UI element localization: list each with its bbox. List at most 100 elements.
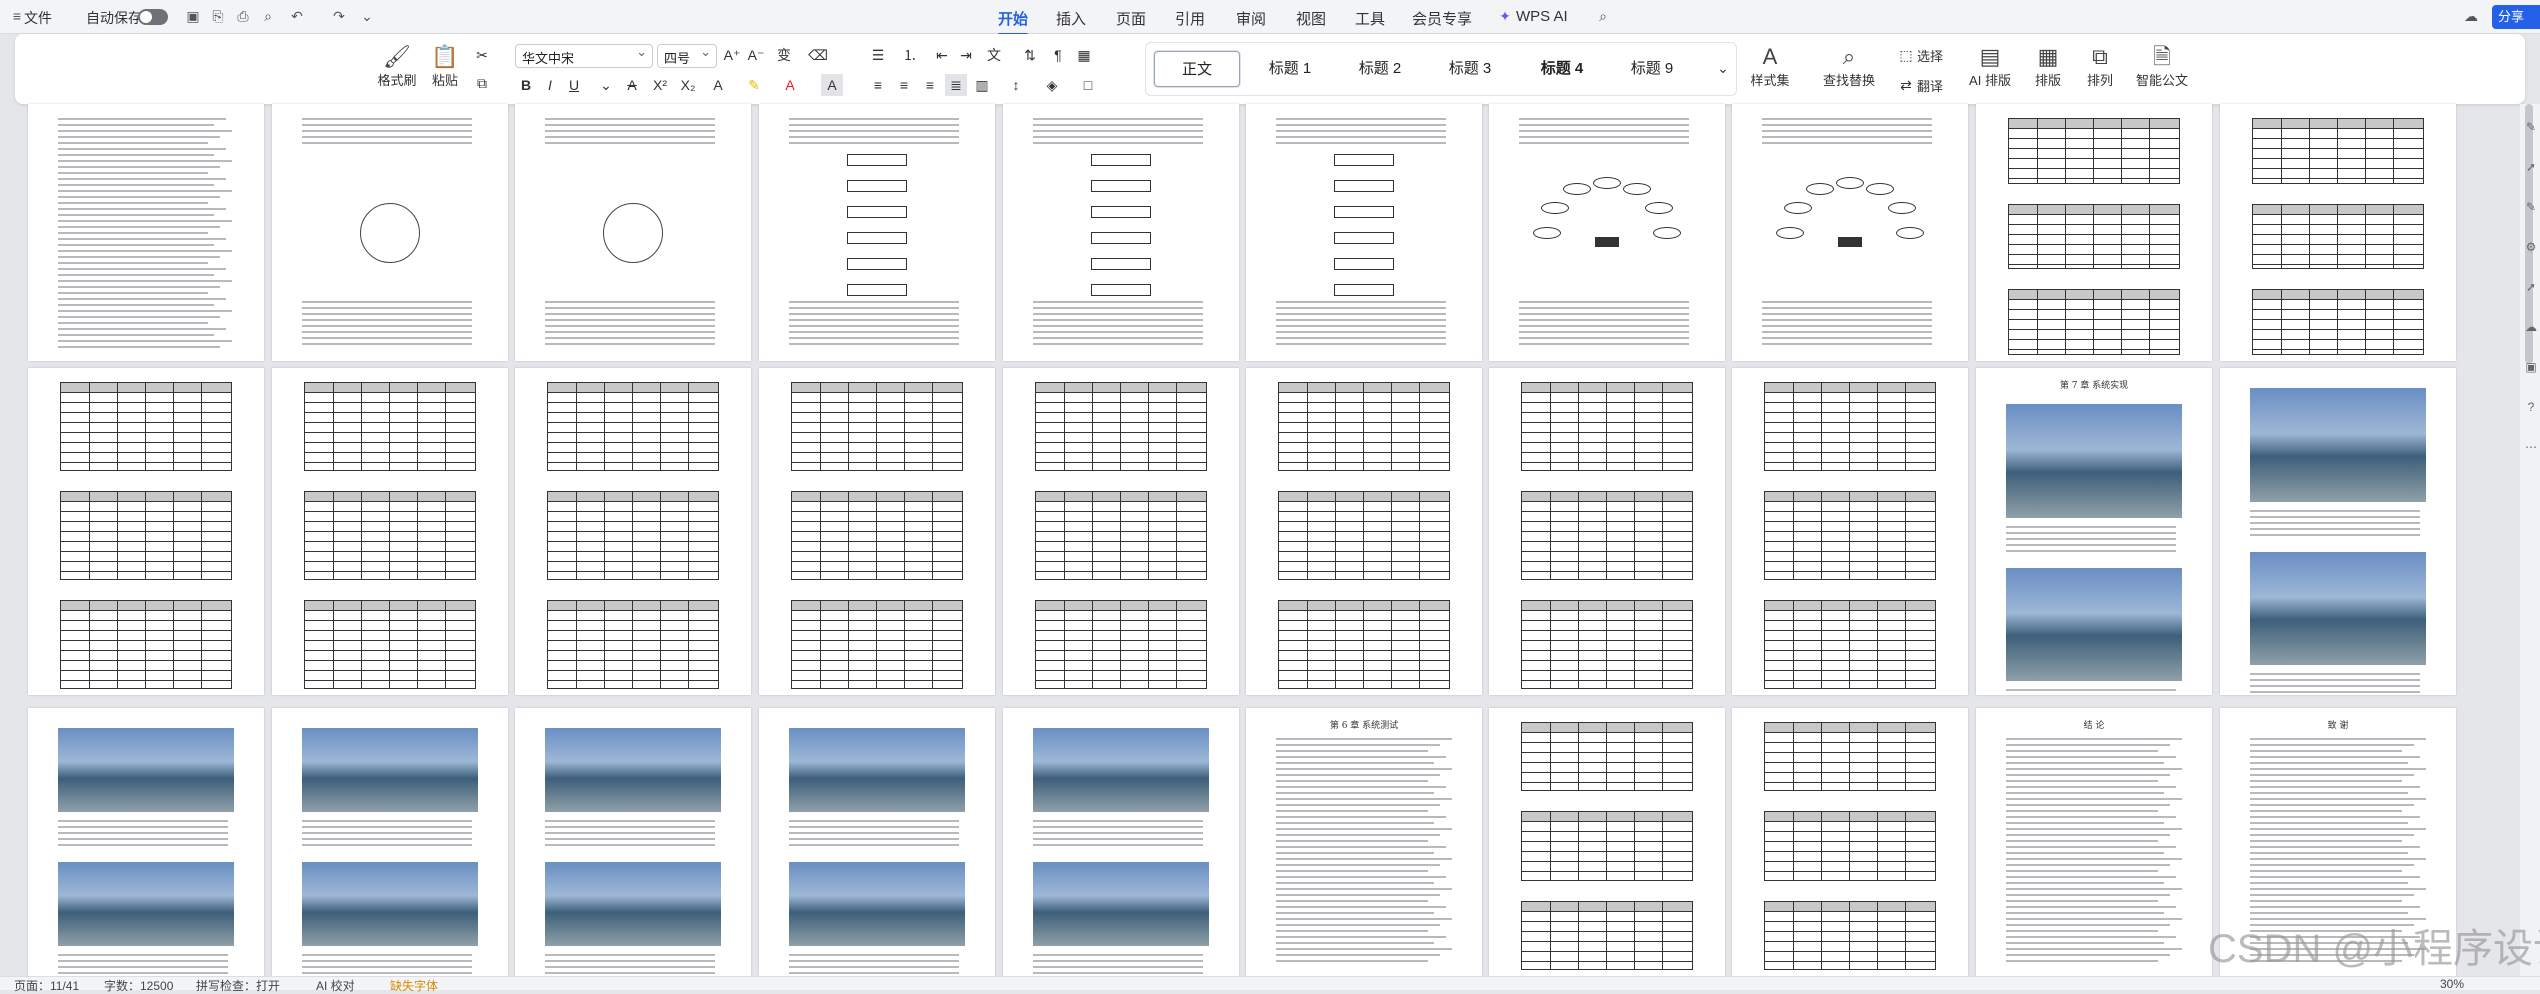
- font-select[interactable]: 华文中宋: [515, 44, 653, 68]
- page-thumbnail[interactable]: 第 7 章 系统实现: [1976, 368, 2212, 695]
- paste-button[interactable]: 📋 粘贴: [423, 44, 467, 89]
- side-cursor-icon[interactable]: ➚: [2524, 160, 2538, 174]
- page-thumbnail[interactable]: [1003, 708, 1239, 976]
- page-thumbnail[interactable]: [1246, 368, 1482, 695]
- tab-view[interactable]: 视图: [1296, 8, 1326, 29]
- strikethrough-icon[interactable]: A: [621, 74, 643, 96]
- page-thumbnail[interactable]: [1489, 368, 1725, 695]
- page-thumbnail[interactable]: [28, 708, 264, 976]
- align-left-icon[interactable]: ≡: [867, 74, 889, 96]
- page-thumbnail[interactable]: [1003, 368, 1239, 695]
- distribute-icon[interactable]: ▥: [971, 74, 993, 96]
- tab-insert[interactable]: 插入: [1056, 8, 1086, 29]
- side-cloud-icon[interactable]: ☁: [2524, 320, 2538, 334]
- table-borders-icon[interactable]: ▦: [1073, 44, 1095, 66]
- ai-layout-button[interactable]: ▤ AI 排版: [1961, 44, 2019, 89]
- text-effect-icon[interactable]: A: [707, 74, 729, 96]
- phonetic-icon[interactable]: 变: [773, 44, 795, 66]
- page-thumbnail[interactable]: [28, 104, 264, 361]
- border-icon[interactable]: □: [1077, 74, 1099, 96]
- shading-icon[interactable]: ◈: [1041, 74, 1063, 96]
- more-icon[interactable]: ⌄: [358, 7, 376, 25]
- smart-doc-button[interactable]: 🗎 智能公文: [2131, 44, 2193, 89]
- superscript-icon[interactable]: X²: [649, 74, 671, 96]
- page-thumbnail[interactable]: [28, 368, 264, 695]
- page-thumbnail[interactable]: [1976, 104, 2212, 361]
- side-image-icon[interactable]: ▣: [2524, 360, 2538, 374]
- underline-icon[interactable]: U: [563, 74, 585, 96]
- undo-icon[interactable]: ↶: [288, 7, 306, 25]
- tab-wps-ai[interactable]: WPS AI: [1516, 8, 1568, 25]
- subscript-icon[interactable]: X₂: [677, 74, 699, 96]
- select-button[interactable]: 选择: [1917, 46, 1943, 65]
- page-thumbnail[interactable]: [1489, 708, 1725, 976]
- italic-icon[interactable]: I: [539, 74, 561, 96]
- grow-font-icon[interactable]: A⁺: [721, 44, 743, 66]
- page-thumbnail[interactable]: [1246, 104, 1482, 361]
- size-select[interactable]: 四号: [657, 44, 717, 68]
- word-count[interactable]: 字数：12500: [104, 977, 173, 994]
- page-thumbnail[interactable]: [759, 104, 995, 361]
- autosave-toggle[interactable]: [138, 9, 168, 25]
- tab-page[interactable]: 页面: [1116, 8, 1146, 29]
- page-thumbnail[interactable]: [759, 708, 995, 976]
- show-marks-icon[interactable]: ¶: [1047, 44, 1069, 66]
- clear-format-icon[interactable]: ⌫: [807, 44, 829, 66]
- page-thumbnail[interactable]: [515, 708, 751, 976]
- increase-indent-icon[interactable]: ⇥: [955, 44, 977, 66]
- side-cursor2-icon[interactable]: ➚: [2524, 280, 2538, 294]
- chinese-layout-icon[interactable]: 文: [983, 44, 1005, 66]
- tab-references[interactable]: 引用: [1175, 8, 1205, 29]
- translate-icon[interactable]: ⇄: [1895, 74, 1917, 96]
- style-set-button[interactable]: A 样式集: [1741, 44, 1799, 89]
- bold-icon[interactable]: B: [515, 74, 537, 96]
- translate-button[interactable]: 翻译: [1917, 76, 1943, 95]
- copy-icon[interactable]: ⧉: [471, 72, 493, 94]
- char-shading-icon[interactable]: A: [821, 74, 843, 96]
- numbered-list-icon[interactable]: ⒈: [899, 44, 921, 66]
- style-heading-2[interactable]: 标题 2: [1340, 51, 1420, 87]
- search-icon[interactable]: ⌕: [1594, 7, 1612, 25]
- underline-style-icon[interactable]: ⌄: [595, 74, 617, 96]
- arrange-button[interactable]: ⧉ 排列: [2077, 44, 2123, 89]
- side-pen2-icon[interactable]: ✎: [2524, 200, 2538, 214]
- style-heading-3[interactable]: 标题 3: [1430, 51, 1510, 87]
- style-heading-9[interactable]: 标题 9: [1612, 51, 1692, 87]
- side-more-icon[interactable]: ⋯: [2524, 440, 2538, 454]
- bullet-list-icon[interactable]: ☰: [867, 44, 889, 66]
- tab-home[interactable]: 开始: [998, 8, 1029, 36]
- page-thumbnail[interactable]: [515, 104, 751, 361]
- page-thumbnail[interactable]: [272, 368, 508, 695]
- save-icon[interactable]: ▣: [184, 7, 202, 25]
- highlight-icon[interactable]: ✎: [743, 74, 765, 96]
- page-thumbnail[interactable]: [1732, 368, 1968, 695]
- justify-icon[interactable]: ≣: [945, 74, 967, 96]
- side-pen-icon[interactable]: ✎: [2524, 120, 2538, 134]
- page-thumbnail[interactable]: 第 6 章 系统测试: [1246, 708, 1482, 976]
- font-color-icon[interactable]: A: [779, 74, 801, 96]
- page-thumbnail[interactable]: [1489, 104, 1725, 361]
- side-help-icon[interactable]: ?: [2524, 400, 2538, 414]
- layout-button[interactable]: ▦ 排版: [2025, 44, 2071, 89]
- styles-more-icon[interactable]: ⌄: [1712, 57, 1734, 79]
- shrink-font-icon[interactable]: A⁻: [745, 44, 767, 66]
- print-icon[interactable]: ⎙: [234, 7, 252, 25]
- zoom-level[interactable]: 30%: [2440, 977, 2464, 991]
- page-thumbnail[interactable]: [515, 368, 751, 695]
- pdf-icon[interactable]: ⎘: [209, 7, 227, 25]
- align-right-icon[interactable]: ≡: [919, 74, 941, 96]
- line-spacing-icon[interactable]: ↕: [1005, 74, 1027, 96]
- page-thumbnail[interactable]: [2220, 368, 2456, 695]
- page-thumbnail[interactable]: [1732, 708, 1968, 976]
- select-icon[interactable]: ⬚: [1895, 44, 1917, 66]
- document-canvas[interactable]: 第 7 章 系统实现第 6 章 系统测试 结 论 致 谢: [0, 104, 2520, 976]
- cloud-icon[interactable]: ☁: [2462, 7, 2480, 25]
- ai-proof[interactable]: AI 校对: [316, 977, 355, 994]
- page-thumbnail[interactable]: [272, 708, 508, 976]
- page-thumbnail[interactable]: [1003, 104, 1239, 361]
- vertical-scrollbar[interactable]: [2520, 104, 2540, 976]
- page-thumbnail[interactable]: [1732, 104, 1968, 361]
- tab-tools[interactable]: 工具: [1355, 8, 1385, 29]
- page-thumbnail[interactable]: [759, 368, 995, 695]
- style-heading-1[interactable]: 标题 1: [1250, 51, 1330, 87]
